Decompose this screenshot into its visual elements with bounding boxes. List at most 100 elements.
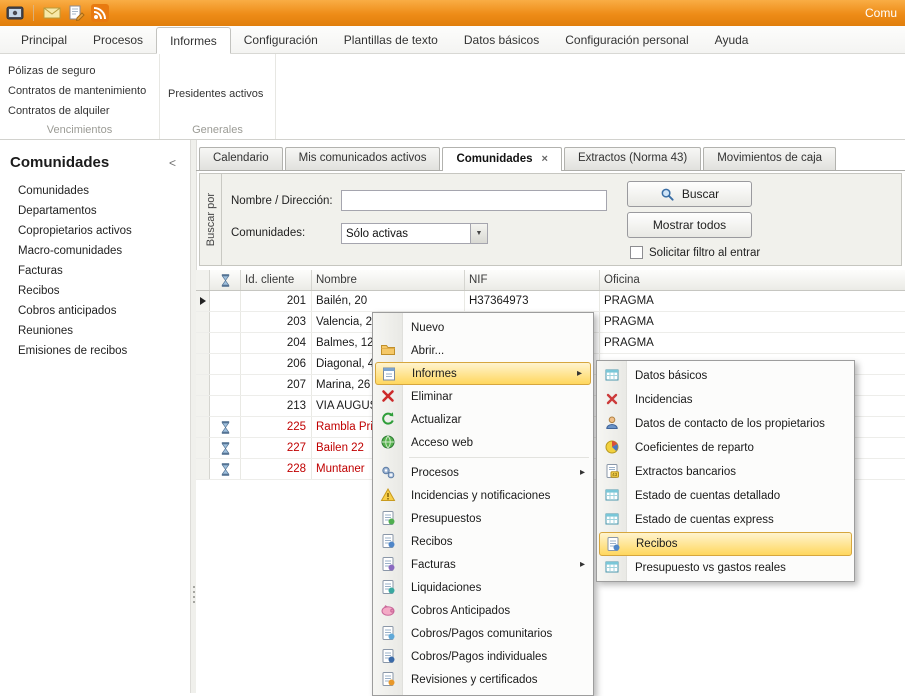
person-icon — [604, 415, 620, 431]
refresh-icon — [380, 411, 396, 427]
menu-item-presupuestos[interactable]: Presupuestos — [373, 507, 593, 530]
menu-item-abrir[interactable]: Abrir... — [373, 339, 593, 362]
sidebar-item-macro-comunidades[interactable]: Macro-comunidades — [0, 241, 190, 261]
ribbon-item-polizas-de-seguro[interactable]: Pólizas de seguro — [0, 61, 159, 81]
menubar-tab-plantillas-de-texto[interactable]: Plantillas de texto — [331, 27, 451, 53]
menu-item-recibos[interactable]: Recibos — [373, 530, 593, 553]
menu-item-cobros-pagos-comunitarios[interactable]: Cobros/Pagos comunitarios — [373, 622, 593, 645]
submenu-item-estado-de-cuentas-detallado[interactable]: Estado de cuentas detallado — [597, 484, 854, 508]
globe-icon — [380, 434, 396, 450]
menu-item-actualizar[interactable]: Actualizar — [373, 408, 593, 431]
sidebar-item-emisiones-de-recibos[interactable]: Emisiones de recibos — [0, 341, 190, 361]
row-selector-cell — [196, 354, 210, 374]
menu-item-procesos[interactable]: Procesos ▸ — [373, 461, 593, 484]
sidebar-item-recibos[interactable]: Recibos — [0, 281, 190, 301]
ribbon-item-presidentes-activos[interactable]: Presidentes activos — [160, 84, 275, 104]
mail-icon[interactable] — [43, 4, 61, 22]
document-icon — [380, 533, 396, 549]
camera-icon[interactable] — [6, 4, 24, 22]
document-icon — [380, 671, 396, 687]
menu-item-nuevo[interactable]: Nuevo — [373, 316, 593, 339]
cell-id-cliente: 228 — [241, 459, 312, 479]
mostrar-todos-button[interactable]: Mostrar todos — [627, 212, 752, 238]
row-status-cell — [210, 291, 241, 311]
edit-document-icon[interactable] — [67, 4, 85, 22]
menu-item-liquidaciones[interactable]: Liquidaciones — [373, 576, 593, 599]
sidebar-item-cobros-anticipados[interactable]: Cobros anticipados — [0, 301, 190, 321]
report-icon — [381, 366, 397, 382]
submenu-item-incidencias[interactable]: Incidencias — [597, 388, 854, 412]
header-oficina[interactable]: Oficina — [600, 270, 905, 290]
menu-item-revisiones-y-certificados[interactable]: Revisiones y certificados — [373, 668, 593, 691]
menubar-tab-ayuda[interactable]: Ayuda — [702, 27, 762, 53]
submenu-item-presupuesto-vs-gastos-reales[interactable]: Presupuesto vs gastos reales — [597, 556, 854, 580]
context-menu: Nuevo Abrir... Informes ▸ Eliminar Actua… — [372, 312, 594, 696]
submenu-item-coeficientes-de-reparto[interactable]: Coeficientes de reparto — [597, 436, 854, 460]
solicitar-filtro-label: Solicitar filtro al entrar — [649, 247, 760, 259]
menu-item-acceso-web[interactable]: Acceso web — [373, 431, 593, 454]
solicitar-filtro-checkbox[interactable] — [630, 246, 643, 259]
rss-icon[interactable] — [91, 4, 109, 22]
cell-oficina: PRAGMA — [600, 333, 905, 353]
row-selector-cell — [196, 291, 210, 311]
sidebar-collapse-icon[interactable]: < — [165, 156, 180, 170]
cell-oficina: PRAGMA — [600, 291, 905, 311]
menu-item-cobros-pagos-individuales[interactable]: Cobros/Pagos individuales — [373, 645, 593, 668]
menubar-tab-procesos[interactable]: Procesos — [80, 27, 156, 53]
cell-id-cliente: 204 — [241, 333, 312, 353]
sidebar-item-comunidades[interactable]: Comunidades — [0, 181, 190, 201]
ribbon-item-contratos-de-alquiler[interactable]: Contratos de alquiler — [0, 101, 159, 121]
menu-item-cobros-anticipados[interactable]: Cobros Anticipados — [373, 599, 593, 622]
header-status-column[interactable] — [210, 270, 241, 290]
menubar-tab-configuracion-personal[interactable]: Configuración personal — [552, 27, 701, 53]
header-id-cliente[interactable]: Id. cliente — [241, 270, 312, 290]
table-row[interactable]: 201 Bailén, 20 H37364973 PRAGMA — [196, 291, 905, 312]
hourglass-icon — [220, 274, 231, 287]
submenu-item-extractos-bancarios[interactable]: 43 Extractos bancarios — [597, 460, 854, 484]
menubar-tab-datos-basicos[interactable]: Datos básicos — [451, 27, 552, 53]
close-icon[interactable]: × — [542, 154, 548, 165]
titlebar-separator — [33, 5, 34, 21]
table-icon — [604, 511, 620, 527]
comunidades-filter-dropdown[interactable]: Sólo activas ▼ — [341, 223, 488, 244]
tab-comunidades-label: Comunidades — [456, 149, 532, 170]
submenu-item-estado-de-cuentas-express[interactable]: Estado de cuentas express — [597, 508, 854, 532]
tab-comunidades[interactable]: Comunidades × — [442, 147, 561, 171]
row-selector-cell — [196, 333, 210, 353]
cell-nif: H37364973 — [465, 291, 600, 311]
ribbon-item-contratos-de-mantenimiento[interactable]: Contratos de mantenimiento — [0, 81, 159, 101]
cell-id-cliente: 227 — [241, 438, 312, 458]
dropdown-selected-value: Sólo activas — [342, 228, 470, 240]
titlebar: Comu — [0, 0, 905, 26]
sidebar-item-copropietarios-activos[interactable]: Copropietarios activos — [0, 221, 190, 241]
cell-id-cliente: 225 — [241, 417, 312, 437]
gears-icon — [380, 464, 396, 480]
menubar-tab-configuracion[interactable]: Configuración — [231, 27, 331, 53]
tab-mis-comunicados-activos[interactable]: Mis comunicados activos — [285, 147, 441, 170]
sidebar-title: Comunidades — [10, 154, 109, 171]
menubar-tab-principal[interactable]: Principal — [8, 27, 80, 53]
submenu-item-recibos[interactable]: Recibos — [599, 532, 852, 556]
buscar-button[interactable]: Buscar — [627, 181, 752, 207]
submenu-item-datos-de-contacto[interactable]: Datos de contacto de los propietarios — [597, 412, 854, 436]
header-nombre[interactable]: Nombre — [312, 270, 465, 290]
row-selector-cell — [196, 417, 210, 437]
menu-item-facturas[interactable]: Facturas ▸ — [373, 553, 593, 576]
header-row-selector — [196, 270, 210, 290]
menubar-tab-informes[interactable]: Informes — [156, 27, 231, 54]
tab-extractos-norma-43[interactable]: Extractos (Norma 43) — [564, 147, 701, 170]
header-nif[interactable]: NIF — [465, 270, 600, 290]
sidebar-item-departamentos[interactable]: Departamentos — [0, 201, 190, 221]
tab-movimientos-de-caja[interactable]: Movimientos de caja — [703, 147, 836, 170]
menu-item-informes[interactable]: Informes ▸ — [375, 362, 591, 385]
sidebar-item-facturas[interactable]: Facturas — [0, 261, 190, 281]
tab-calendario[interactable]: Calendario — [199, 147, 283, 170]
menu-item-incidencias-y-notificaciones[interactable]: Incidencias y notificaciones — [373, 484, 593, 507]
menu-item-eliminar[interactable]: Eliminar — [373, 385, 593, 408]
name-direccion-input[interactable] — [341, 190, 607, 211]
row-status-cell — [210, 312, 241, 332]
document-icon — [380, 625, 396, 641]
submenu-item-datos-basicos[interactable]: Datos básicos — [597, 364, 854, 388]
chevron-down-icon[interactable]: ▼ — [470, 224, 487, 243]
sidebar-item-reuniones[interactable]: Reuniones — [0, 321, 190, 341]
